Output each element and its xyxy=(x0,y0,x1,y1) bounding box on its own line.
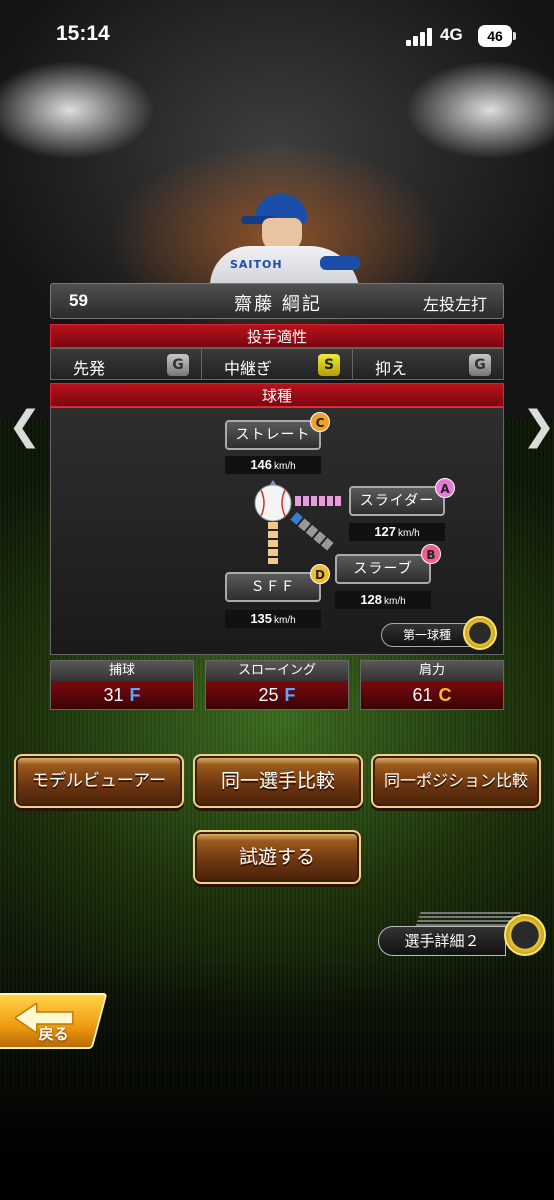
baseball-icon xyxy=(254,484,292,522)
pitch-slurve-button[interactable]: スラーブ xyxy=(335,554,431,584)
fielding-value: 31 F xyxy=(51,681,193,709)
pitch-grade-badge: B xyxy=(421,544,441,564)
first-pitch-button[interactable]: 第一球種 xyxy=(381,616,501,650)
aptitude-grade-badge: G xyxy=(167,354,189,376)
aptitude-reliever: 中継ぎ S xyxy=(202,349,353,379)
aptitude-label: 先発 xyxy=(73,359,106,378)
aptitude-closer: 抑え G xyxy=(353,349,503,379)
fielding-value: 25 F xyxy=(206,681,348,709)
aptitude-label: 中継ぎ xyxy=(224,359,273,378)
pitch-grade-badge: D xyxy=(310,564,330,584)
same-position-compare-button[interactable]: 同一ポジション比較 xyxy=(371,754,541,808)
fielding-arm: 肩力 61 C xyxy=(360,660,504,710)
fielding-rank: C xyxy=(438,685,452,705)
signal-icon xyxy=(406,28,434,46)
fielding-rank: F xyxy=(129,685,141,705)
slider-arrow-icon xyxy=(295,496,341,506)
aptitude-row: 先発 G 中継ぎ S 抑え G xyxy=(50,348,504,380)
battery-icon: 46 xyxy=(478,25,516,47)
player-handedness: 左投左打 xyxy=(422,295,487,314)
aptitude-starter: 先発 G xyxy=(51,349,202,379)
pitch-slider-button[interactable]: スライダー xyxy=(349,486,445,516)
pitch-straight-button[interactable]: ストレート xyxy=(225,420,321,450)
decorative-stripes xyxy=(415,912,521,926)
back-label: 戻る xyxy=(38,1025,69,1043)
pitch-speed: 127 km/h xyxy=(349,523,445,541)
player-detail-2-button[interactable]: 選手詳細２ xyxy=(378,908,546,964)
swap-icon xyxy=(463,616,497,650)
player-image: SAITOH xyxy=(200,188,360,296)
network-label: 4G xyxy=(440,25,463,44)
pitch-panel: ストレート C 146 km/h スライダー A 127 km/h スラーブ B 1… xyxy=(50,407,504,655)
fielding-throwing: スローイング 25 F xyxy=(205,660,349,710)
pitch-speed: 128 km/h xyxy=(335,591,431,609)
next-player-arrow-icon[interactable]: ❯ xyxy=(522,404,554,448)
sff-arrow-icon xyxy=(268,522,278,564)
aptitude-header: 投手適性 xyxy=(50,324,504,348)
pitch-speed: 135 km/h xyxy=(225,610,321,628)
aptitude-label: 抑え xyxy=(375,359,408,378)
fielding-rank: F xyxy=(284,685,296,705)
fielding-label: 肩力 xyxy=(361,661,503,681)
fielding-value: 61 C xyxy=(361,681,503,709)
pitch-speed: 146 km/h xyxy=(225,456,321,474)
back-button[interactable]: 戻る xyxy=(0,993,108,1049)
player-detail-2-label: 選手詳細２ xyxy=(378,926,506,956)
status-time: 15:14 xyxy=(56,22,110,45)
aptitude-grade-badge: S xyxy=(318,354,340,376)
pitch-grade-badge: C xyxy=(310,412,330,432)
slurve-arrow-icon xyxy=(290,512,334,551)
player-name-bar: 59 齋藤 綱記 左投左打 xyxy=(50,283,504,319)
prev-player-arrow-icon[interactable]: ❮ xyxy=(8,404,42,448)
aptitude-grade-badge: G xyxy=(469,354,491,376)
model-viewer-button[interactable]: モデルビューアー xyxy=(14,754,184,808)
swap-icon xyxy=(504,914,546,956)
player-jersey-text: SAITOH xyxy=(230,258,283,271)
status-bar: 15:14 4G 46 xyxy=(0,0,554,76)
first-pitch-label: 第一球種 xyxy=(381,623,473,647)
fielding-label: スローイング xyxy=(206,661,348,681)
fielding-label: 捕球 xyxy=(51,661,193,681)
pitch-types-header: 球種 xyxy=(50,383,504,407)
fielding-catch: 捕球 31 F xyxy=(50,660,194,710)
pitch-grade-badge: A xyxy=(435,478,455,498)
trial-play-button[interactable]: 試遊する xyxy=(193,830,361,884)
pitch-sff-button[interactable]: ＳＦＦ xyxy=(225,572,321,602)
same-player-compare-button[interactable]: 同一選手比較 xyxy=(193,754,363,808)
